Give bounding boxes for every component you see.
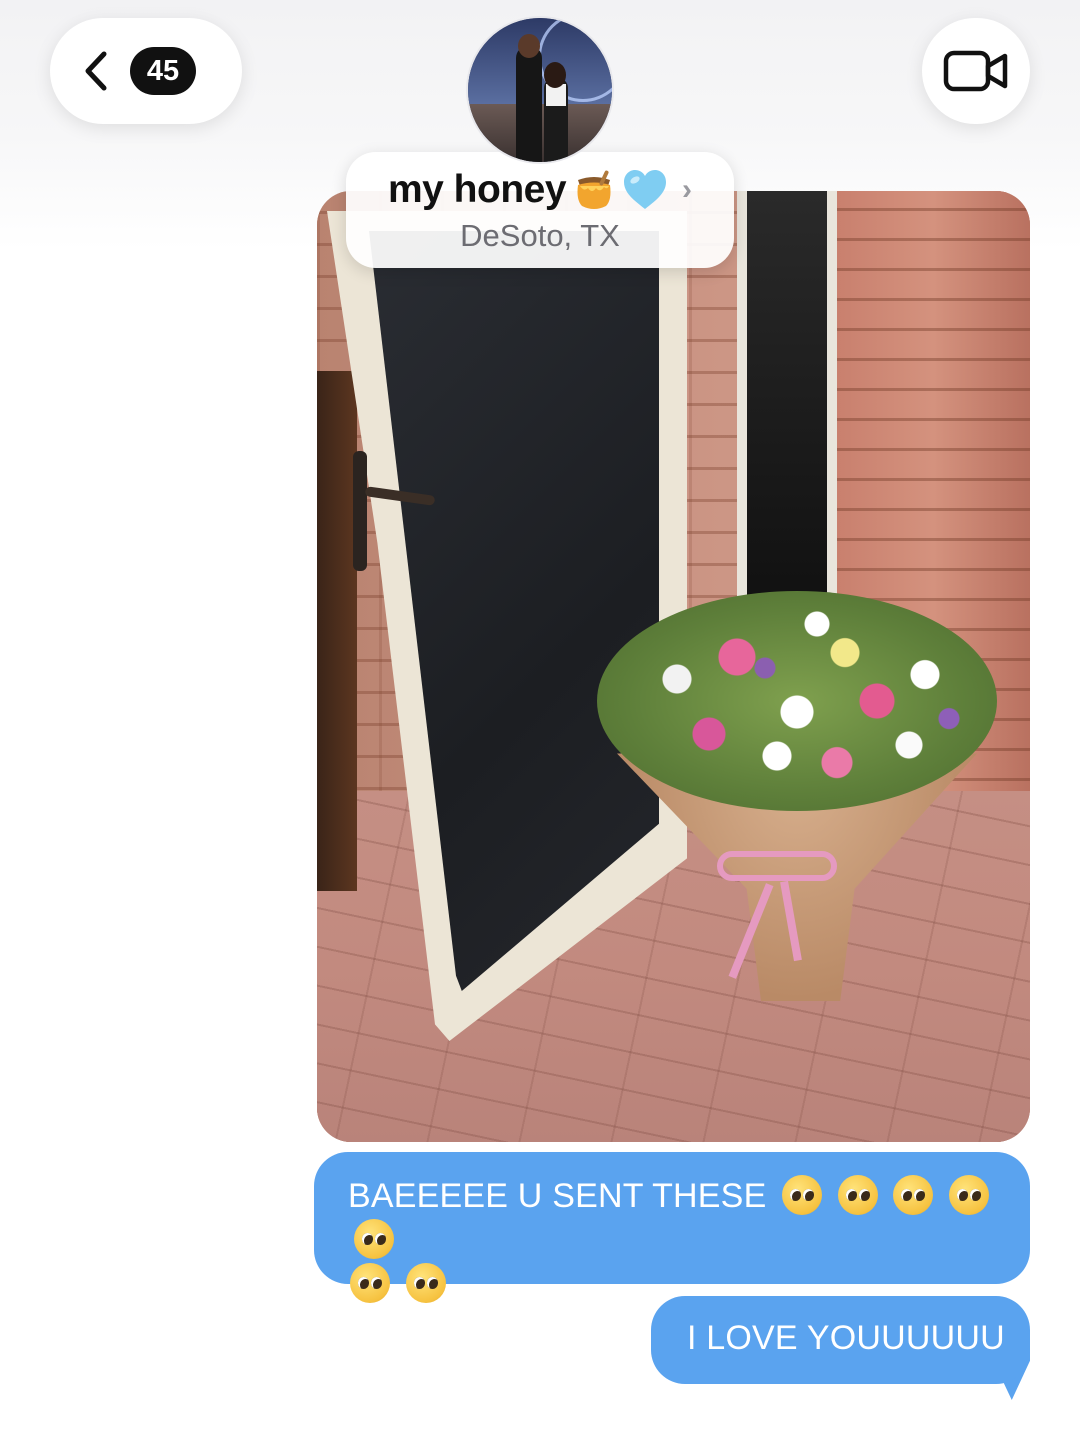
honey-pot-icon: [577, 170, 611, 209]
light-blue-heart-icon: [624, 170, 667, 209]
unread-count-badge: 45: [130, 47, 196, 95]
photo-bouquet-flowers: [597, 591, 997, 811]
chevron-right-icon: ›: [682, 173, 693, 206]
back-button[interactable]: 45: [50, 18, 242, 124]
message-bubble[interactable]: BAEEEEE U SENT THESE: [314, 1152, 1030, 1303]
photo-door-handle: [353, 451, 367, 571]
photo-message[interactable]: [317, 191, 1030, 1142]
message-text: BAEEEEE U SENT THESE: [348, 1177, 767, 1215]
pleading-face-emoji: [949, 1175, 990, 1215]
contact-name-row: my honey ›: [346, 168, 734, 212]
video-call-button[interactable]: [922, 18, 1030, 124]
contact-name: my honey: [387, 168, 567, 211]
photo-inner-doorway: [317, 371, 357, 891]
pleading-face-emoji: [405, 1263, 446, 1303]
contact-location: DeSoto, TX: [460, 218, 620, 253]
chevron-left-icon: [85, 51, 107, 91]
pleading-face-emoji: [837, 1175, 878, 1215]
contact-info-button[interactable]: my honey › DeSoto, TX: [346, 152, 734, 268]
conversation-screen: 45 my honey › DeSoto, TX BAEEEEE U SENT …: [0, 0, 1080, 1450]
photo-pink-ribbon: [717, 851, 837, 881]
pleading-face-emoji: [350, 1263, 390, 1303]
avatar-person-1-head: [518, 34, 540, 58]
video-camera-icon: [943, 50, 1008, 92]
contact-avatar[interactable]: [466, 16, 614, 164]
pleading-face-emoji: [354, 1219, 394, 1259]
photo-dark-window: [737, 191, 837, 601]
message-text: I LOVE YOUUUUUU: [687, 1319, 1005, 1357]
pleading-face-emoji: [893, 1175, 934, 1215]
message-bubble[interactable]: I LOVE YOUUUUUU: [651, 1296, 1030, 1384]
avatar-person-2-head: [544, 62, 566, 88]
avatar-person-1: [516, 46, 542, 162]
pleading-face-emoji: [782, 1175, 823, 1215]
